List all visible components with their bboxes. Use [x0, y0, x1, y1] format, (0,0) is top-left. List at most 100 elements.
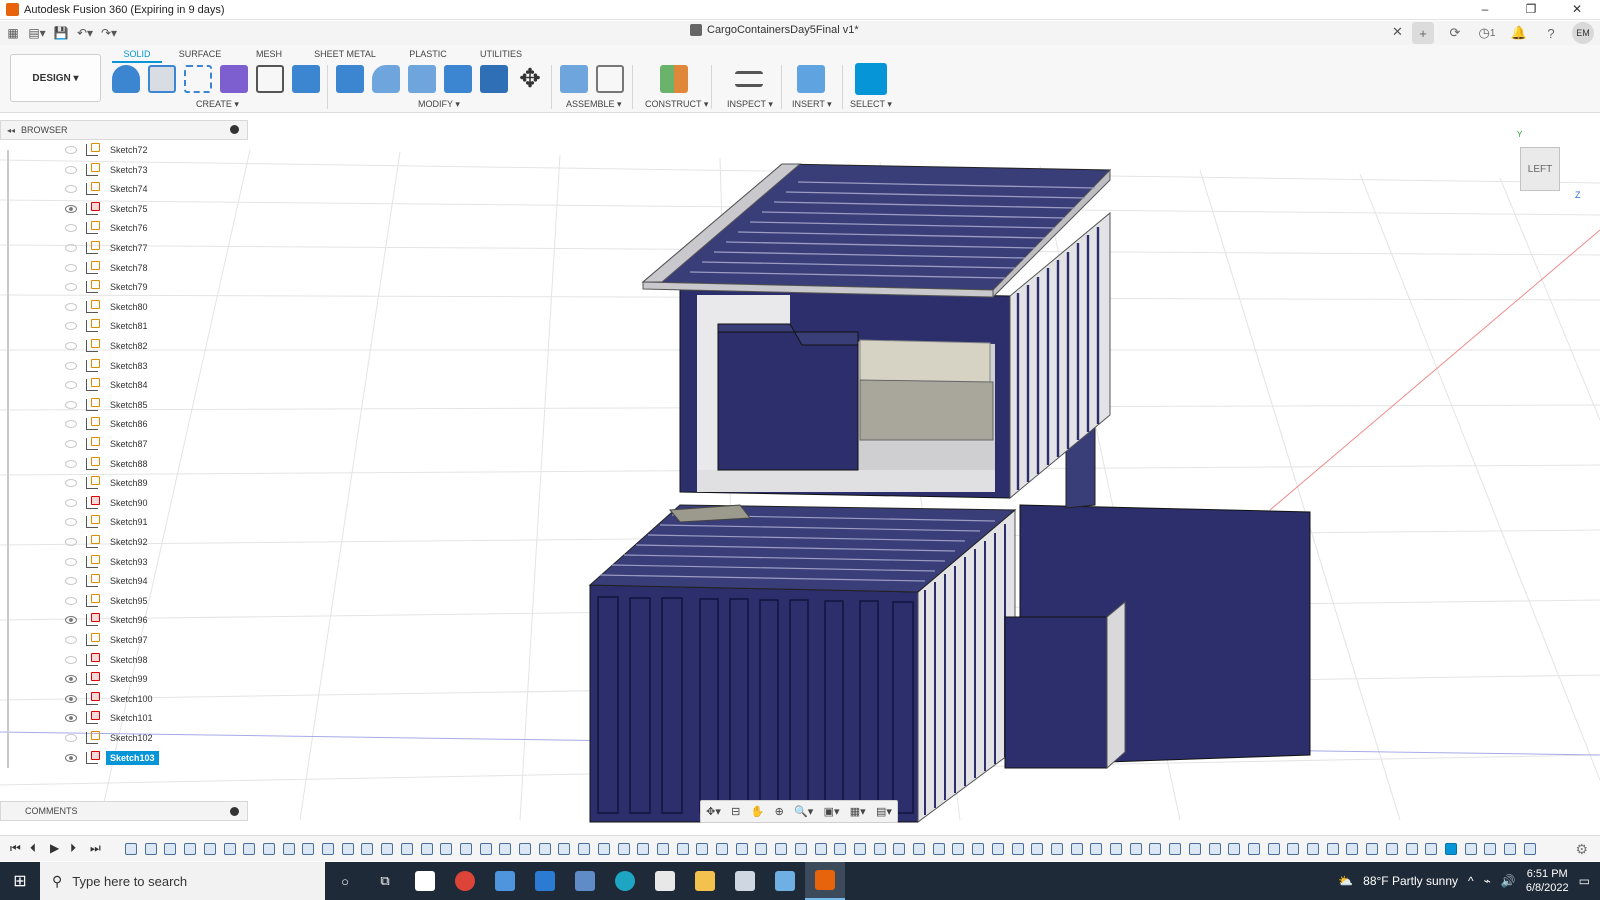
visibility-eye-icon[interactable] — [65, 361, 77, 370]
visibility-eye-icon[interactable] — [65, 577, 77, 586]
tab-plastic[interactable]: PLASTIC — [390, 47, 466, 61]
fillet-icon[interactable] — [372, 65, 400, 93]
timeline-feature-icon[interactable] — [262, 843, 275, 855]
timeline-feature-icon[interactable] — [597, 843, 610, 855]
weather-text[interactable]: 88°F Partly sunny — [1363, 874, 1458, 888]
visibility-eye-icon[interactable] — [65, 734, 77, 742]
timeline-feature-icon[interactable] — [1444, 843, 1457, 855]
visibility-eye-icon[interactable] — [65, 263, 77, 272]
visibility-eye-icon[interactable] — [65, 400, 77, 409]
timeline-feature-icon[interactable] — [932, 843, 945, 855]
create-sketch-icon[interactable] — [148, 65, 176, 93]
timeline-feature-icon[interactable] — [696, 843, 709, 855]
create-form-icon[interactable] — [184, 65, 212, 93]
extensions-icon[interactable]: ⟳ — [1444, 22, 1466, 44]
browser-item-sketch79[interactable]: Sketch79 — [0, 278, 170, 296]
new-tab-icon[interactable]: + — [1412, 22, 1434, 44]
assemble-group-label[interactable]: ASSEMBLE ▾ — [566, 99, 622, 110]
visibility-eye-icon[interactable] — [65, 302, 77, 311]
timeline-feature-icon[interactable] — [1149, 843, 1162, 855]
timeline-feature-icon[interactable] — [893, 843, 906, 855]
timeline-feature-icon[interactable] — [1484, 843, 1497, 855]
document-app-icon[interactable] — [645, 862, 685, 900]
timeline-feature-icon[interactable] — [578, 843, 591, 855]
comments-panel-header[interactable]: COMMENTS — [0, 801, 248, 821]
pan-icon[interactable]: ✋ — [751, 805, 765, 818]
timeline-feature-icon[interactable] — [1208, 843, 1221, 855]
browser-item-sketch81[interactable]: Sketch81 — [0, 317, 170, 335]
timeline-feature-icon[interactable] — [519, 843, 531, 855]
browser-item-sketch97[interactable]: Sketch97 — [0, 631, 170, 649]
timeline-feature-icon[interactable] — [1070, 843, 1083, 855]
timeline-feature-icon[interactable] — [656, 843, 669, 855]
select-group-label[interactable]: SELECT ▾ — [850, 99, 892, 110]
insert-image-icon[interactable] — [797, 65, 825, 93]
timeline-feature-icon[interactable] — [834, 843, 847, 855]
timeline-feature-icon[interactable] — [873, 843, 886, 855]
timeline-feature-icon[interactable] — [1050, 843, 1063, 855]
timeline-feature-icon[interactable] — [1405, 843, 1418, 855]
browser-item-sketch85[interactable]: Sketch85 — [0, 396, 170, 414]
visibility-eye-icon[interactable] — [65, 479, 77, 488]
timeline-feature-icon[interactable] — [952, 843, 965, 855]
job-status-icon[interactable]: ◷ 1 — [1476, 22, 1498, 44]
timeline-feature-icon[interactable] — [459, 843, 472, 855]
offset-plane-icon[interactable] — [660, 65, 688, 93]
timeline-feature-icon[interactable] — [1464, 843, 1477, 855]
timeline-feature-icon[interactable] — [913, 843, 925, 855]
add-comment-icon[interactable] — [230, 807, 239, 816]
timeline-back-icon[interactable]: ⏴ — [30, 841, 36, 856]
visibility-eye-icon[interactable] — [65, 655, 77, 664]
timeline-feature-icon[interactable] — [420, 843, 433, 855]
timeline-feature-icon[interactable] — [676, 843, 689, 855]
timeline-feature-icon[interactable] — [1090, 843, 1103, 855]
visibility-eye-icon[interactable] — [65, 498, 77, 507]
timeline-feature-icon[interactable] — [1523, 843, 1536, 855]
help-icon[interactable]: ? — [1540, 22, 1562, 44]
notifications-center-icon[interactable]: ▭ — [1579, 874, 1590, 888]
visibility-eye-icon[interactable] — [65, 596, 77, 605]
visibility-eye-icon[interactable] — [65, 675, 77, 684]
browser-item-sketch74[interactable]: Sketch74 — [0, 180, 170, 198]
timeline-feature-icon[interactable] — [1031, 843, 1044, 855]
timeline-feature-icon[interactable] — [991, 843, 1004, 855]
taskbar-search-input[interactable]: ⚲ Type here to search — [40, 862, 325, 900]
orbit-icon[interactable]: ✥▾ — [706, 805, 721, 818]
browser-item-sketch86[interactable]: Sketch86 — [0, 415, 170, 433]
restore-button[interactable]: ❐ — [1508, 0, 1554, 20]
timeline-feature-icon[interactable] — [558, 843, 571, 855]
timeline-end-icon[interactable]: ⏭ — [90, 841, 101, 856]
extrude-icon[interactable] — [292, 65, 320, 93]
close-window-button[interactable]: ✕ — [1554, 0, 1600, 20]
timeline-feature-icon[interactable] — [1267, 843, 1280, 855]
browser-item-sketch82[interactable]: Sketch82 — [0, 337, 170, 355]
select-icon[interactable] — [855, 63, 887, 95]
chrome-icon[interactable] — [445, 862, 485, 900]
visibility-eye-icon[interactable] — [65, 538, 77, 546]
visibility-eye-icon[interactable] — [65, 165, 77, 174]
browser-item-sketch94[interactable]: Sketch94 — [0, 572, 170, 590]
timeline-feature-icon[interactable] — [144, 843, 157, 855]
clock[interactable]: 6:51 PM 6/8/2022 — [1526, 867, 1569, 895]
app-grid-icon[interactable]: ▦ — [2, 22, 24, 44]
tab-sheet-metal[interactable]: SHEET METAL — [300, 47, 390, 61]
zoom-window-icon[interactable]: 🔍▾ — [794, 805, 813, 818]
timeline-feature-icon[interactable] — [1247, 843, 1260, 855]
browser-item-sketch87[interactable]: Sketch87 — [0, 435, 170, 453]
tab-surface[interactable]: SURFACE — [162, 47, 238, 61]
timeline-feature-icon[interactable] — [1307, 843, 1319, 855]
browser-item-sketch102[interactable]: Sketch102 — [0, 729, 170, 747]
construct-group-label[interactable]: CONSTRUCT ▾ — [645, 99, 708, 110]
document-tab[interactable]: CargoContainersDay5Final v1* — [690, 24, 859, 36]
mail-icon[interactable] — [525, 862, 565, 900]
close-document-icon[interactable]: ✕ — [1392, 24, 1403, 40]
timeline-feature-icon[interactable] — [1129, 843, 1142, 855]
cortana-icon[interactable]: ○ — [325, 862, 365, 900]
timeline-feature-icon[interactable] — [282, 843, 295, 855]
3d-viewport[interactable] — [0, 113, 1600, 825]
edge-icon[interactable] — [605, 862, 645, 900]
visibility-eye-icon[interactable] — [65, 381, 77, 390]
timeline-feature-icon[interactable] — [400, 843, 413, 855]
modify-group-label[interactable]: MODIFY ▾ — [418, 99, 460, 110]
tab-utilities[interactable]: UTILITIES — [466, 47, 536, 61]
